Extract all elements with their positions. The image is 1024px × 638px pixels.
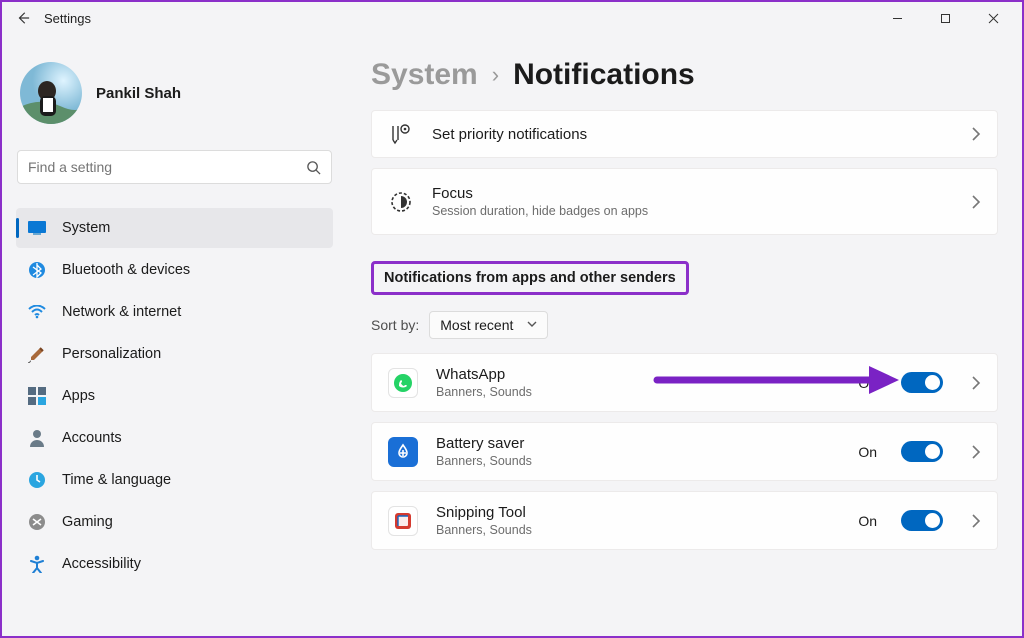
breadcrumb-parent[interactable]: System xyxy=(371,58,478,92)
sidebar: Pankil Shah System Bluetooth & devices xyxy=(2,34,347,636)
breadcrumb: System › Notifications xyxy=(371,58,998,92)
search-icon xyxy=(306,160,321,175)
chevron-right-icon xyxy=(971,445,981,459)
back-button[interactable] xyxy=(6,2,40,34)
window-title: Settings xyxy=(44,11,874,26)
sort-label: Sort by: xyxy=(371,317,419,333)
toggle-state-label: On xyxy=(858,375,877,391)
toggle-state-label: On xyxy=(858,513,877,529)
search-box[interactable] xyxy=(17,150,332,184)
sidebar-item-label: Apps xyxy=(62,388,95,404)
breadcrumb-current: Notifications xyxy=(513,58,695,92)
app-name: Battery saver xyxy=(436,435,840,452)
sidebar-item-personalization[interactable]: Personalization xyxy=(16,334,333,374)
card-title: Set priority notifications xyxy=(432,126,953,143)
close-button[interactable] xyxy=(970,3,1016,33)
maximize-icon xyxy=(940,13,951,24)
app-sub: Banners, Sounds xyxy=(436,385,840,399)
apps-icon xyxy=(28,387,46,405)
bluetooth-icon xyxy=(28,261,46,279)
person-icon xyxy=(28,429,46,447)
minimize-button[interactable] xyxy=(874,3,920,33)
sidebar-item-label: Personalization xyxy=(62,346,161,362)
toggle-switch[interactable] xyxy=(901,441,943,462)
sidebar-item-bluetooth[interactable]: Bluetooth & devices xyxy=(16,250,333,290)
accessibility-icon xyxy=(28,555,46,573)
gaming-icon xyxy=(28,513,46,531)
app-name: WhatsApp xyxy=(436,366,840,383)
sidebar-item-system[interactable]: System xyxy=(16,208,333,248)
card-focus[interactable]: Focus Session duration, hide badges on a… xyxy=(371,168,998,235)
app-row-snipping-tool[interactable]: Snipping Tool Banners, Sounds On xyxy=(371,491,998,550)
chevron-right-icon xyxy=(971,127,981,141)
snipping-tool-icon xyxy=(388,506,418,536)
profile-block[interactable]: Pankil Shah xyxy=(16,56,333,142)
sidebar-item-apps[interactable]: Apps xyxy=(16,376,333,416)
titlebar: Settings xyxy=(2,2,1022,34)
sidebar-item-network[interactable]: Network & internet xyxy=(16,292,333,332)
minimize-icon xyxy=(892,13,903,24)
toggle-switch[interactable] xyxy=(901,510,943,531)
clock-icon xyxy=(28,471,46,489)
sidebar-item-label: Bluetooth & devices xyxy=(62,262,190,278)
focus-icon xyxy=(388,190,414,214)
card-subtitle: Session duration, hide badges on apps xyxy=(432,204,953,218)
profile-name: Pankil Shah xyxy=(96,85,181,102)
app-row-whatsapp[interactable]: WhatsApp Banners, Sounds On xyxy=(371,353,998,412)
toggle-switch[interactable] xyxy=(901,372,943,393)
brush-icon xyxy=(28,345,46,363)
main-content: System › Notifications Set priority noti… xyxy=(347,34,1022,636)
toggle-state-label: On xyxy=(858,444,877,460)
sidebar-item-label: Accounts xyxy=(62,430,122,446)
close-icon xyxy=(988,13,999,24)
app-row-battery-saver[interactable]: Battery saver Banners, Sounds On xyxy=(371,422,998,481)
sidebar-item-label: Accessibility xyxy=(62,556,141,572)
chevron-right-icon xyxy=(971,514,981,528)
sidebar-nav: System Bluetooth & devices Network & int… xyxy=(16,208,333,584)
whatsapp-icon xyxy=(388,368,418,398)
card-title: Focus xyxy=(432,185,953,202)
sidebar-item-time[interactable]: Time & language xyxy=(16,460,333,500)
chevron-right-icon xyxy=(971,195,981,209)
sort-value: Most recent xyxy=(440,317,513,333)
card-priority-notifications[interactable]: Set priority notifications xyxy=(371,110,998,158)
search-input[interactable] xyxy=(28,159,262,175)
wifi-icon xyxy=(28,303,46,321)
battery-saver-icon xyxy=(388,437,418,467)
sidebar-item-label: Time & language xyxy=(62,472,171,488)
system-icon xyxy=(28,219,46,237)
chevron-right-icon xyxy=(971,376,981,390)
window-controls xyxy=(874,3,1016,33)
sidebar-item-accounts[interactable]: Accounts xyxy=(16,418,333,458)
sort-dropdown[interactable]: Most recent xyxy=(429,311,548,339)
maximize-button[interactable] xyxy=(922,3,968,33)
app-sub: Banners, Sounds xyxy=(436,454,840,468)
sidebar-item-label: Gaming xyxy=(62,514,113,530)
chevron-right-icon: › xyxy=(492,62,499,88)
sidebar-item-gaming[interactable]: Gaming xyxy=(16,502,333,542)
sidebar-item-label: System xyxy=(62,220,110,236)
app-sub: Banners, Sounds xyxy=(436,523,840,537)
arrow-left-icon xyxy=(16,11,30,25)
sidebar-item-accessibility[interactable]: Accessibility xyxy=(16,544,333,584)
sort-row: Sort by: Most recent xyxy=(371,311,998,339)
avatar xyxy=(20,62,82,124)
priority-icon xyxy=(388,123,414,145)
sidebar-item-label: Network & internet xyxy=(62,304,181,320)
app-name: Snipping Tool xyxy=(436,504,840,521)
chevron-down-icon xyxy=(527,321,537,329)
section-heading: Notifications from apps and other sender… xyxy=(371,261,689,295)
